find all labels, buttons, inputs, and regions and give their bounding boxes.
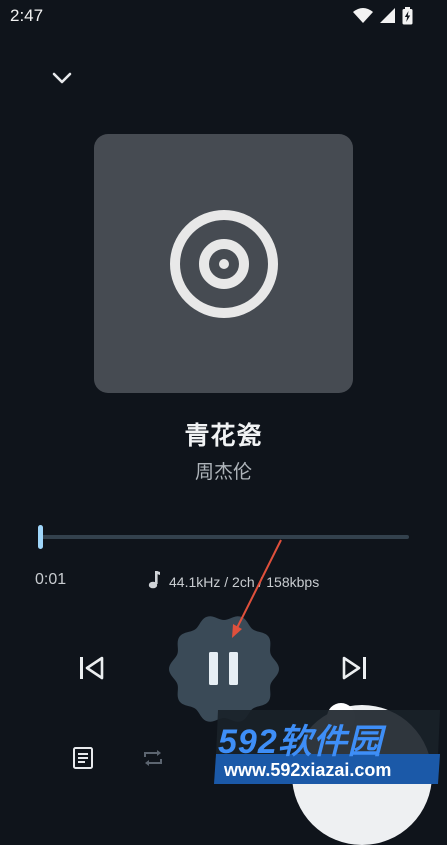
status-bar: 2:47 xyxy=(0,0,447,32)
vinyl-record-icon xyxy=(170,210,278,318)
wifi-icon xyxy=(353,8,373,29)
status-icons xyxy=(353,7,413,30)
watermark: 592软件园 www.592xiazai.com xyxy=(212,708,444,786)
chevron-down-icon xyxy=(52,71,72,89)
battery-charging-icon xyxy=(402,7,413,30)
skip-next-icon xyxy=(339,655,369,686)
song-title: 青花瓷 xyxy=(184,422,263,450)
collapse-button[interactable] xyxy=(48,66,76,94)
repeat-button[interactable] xyxy=(139,746,167,774)
signal-icon xyxy=(379,8,396,29)
audio-info: 44.1kHz / 2ch / 158kbps xyxy=(148,571,319,592)
watermark-url: www.592xiazai.com xyxy=(224,760,392,780)
previous-button[interactable] xyxy=(76,654,108,686)
artist-name[interactable]: 周杰伦 xyxy=(0,457,447,484)
queue-button[interactable] xyxy=(69,746,97,774)
music-note-icon xyxy=(148,571,160,592)
repeat-icon xyxy=(141,746,165,775)
audio-info-text: 44.1kHz / 2ch / 158kbps xyxy=(169,573,320,590)
watermark-brand: 592软件园 xyxy=(218,723,383,761)
seek-bar-thumb[interactable] xyxy=(38,525,44,549)
album-artwork xyxy=(94,134,353,393)
seek-bar-track xyxy=(40,535,409,539)
status-time: 2:47 xyxy=(10,6,44,25)
seek-bar[interactable] xyxy=(38,522,409,552)
skip-previous-icon xyxy=(77,655,107,686)
next-button[interactable] xyxy=(338,654,370,686)
elapsed-time: 0:01 xyxy=(35,571,67,588)
queue-list-icon xyxy=(71,746,95,775)
